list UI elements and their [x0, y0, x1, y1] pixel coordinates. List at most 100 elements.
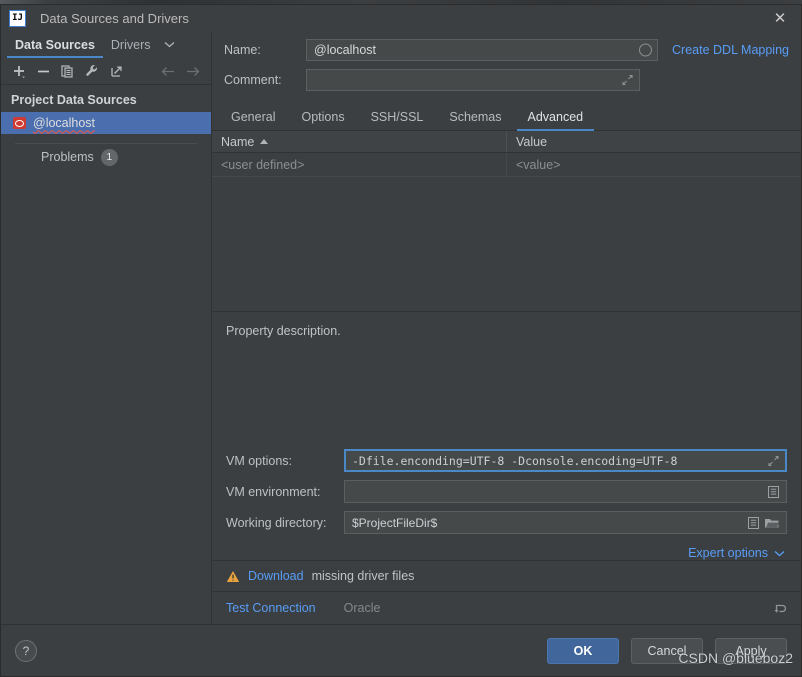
expand-glyph: [768, 455, 779, 466]
name-row: Name: @localhost Create DDL Mapping: [224, 39, 789, 61]
sidebar-item-localhost-label: @localhost: [33, 116, 96, 130]
circle-status-icon[interactable]: [639, 43, 653, 57]
vm-options-row: VM options: -Dfile.enconding=UTF-8 -Dcon…: [226, 449, 787, 472]
sidebar-empty-area: [1, 170, 211, 624]
left-panel: Data Sources Drivers Project Data Source…: [1, 31, 212, 624]
create-ddl-mapping-link[interactable]: Create DDL Mapping: [672, 43, 789, 57]
name-label: Name:: [224, 43, 261, 57]
circle-glyph: [639, 43, 653, 57]
add-icon[interactable]: [9, 61, 30, 81]
tab-data-sources-label: Data Sources: [15, 37, 95, 52]
vm-environment-row: VM environment:: [226, 480, 787, 503]
share-glyph: [110, 66, 122, 77]
column-header-name[interactable]: Name: [212, 131, 507, 152]
tab-ssh-ssl-label: SSH/SSL: [370, 109, 424, 124]
table-row[interactable]: <user defined> <value>: [212, 153, 801, 177]
warning-triangle-icon: [226, 570, 240, 583]
tab-ssh-ssl[interactable]: SSH/SSL: [358, 103, 437, 130]
warning-text: missing driver files: [311, 569, 415, 583]
window-title: Data Sources and Drivers: [40, 10, 189, 26]
download-driver-link[interactable]: Download: [248, 569, 304, 583]
list-glyph: [768, 485, 779, 498]
cancel-button[interactable]: Cancel: [631, 637, 703, 664]
reset-arrow-icon[interactable]: [773, 601, 789, 615]
tab-drivers[interactable]: Drivers: [103, 31, 159, 58]
expand-icon[interactable]: [767, 454, 780, 467]
vm-options-label: VM options:: [226, 453, 293, 468]
tab-advanced[interactable]: Advanced: [515, 103, 597, 131]
tab-schemas[interactable]: Schemas: [436, 103, 514, 130]
tab-data-sources[interactable]: Data Sources: [7, 31, 103, 58]
advanced-options-area: Property description. VM options: -Dfile…: [212, 312, 801, 560]
list-icon[interactable]: [767, 485, 780, 499]
help-button[interactable]: ?: [15, 639, 37, 662]
problems-label: Problems: [41, 150, 94, 164]
wrench-icon[interactable]: [81, 61, 102, 81]
table-cell-name[interactable]: <user defined>: [212, 153, 507, 176]
problems-count-badge: 1: [100, 148, 118, 166]
oracle-icon: [13, 117, 26, 129]
test-connection-bar: Test Connection Oracle: [212, 592, 801, 624]
working-directory-value: $ProjectFileDir$: [352, 515, 438, 530]
remove-glyph: [38, 70, 50, 72]
copy-icon[interactable]: [57, 61, 78, 81]
data-source-header-form: Name: @localhost Create DDL Mapping Comm…: [212, 31, 801, 103]
warning-triangle-glyph: [226, 570, 240, 582]
chevron-down-glyph: [164, 41, 175, 48]
comment-row: Comment:: [224, 69, 789, 91]
table-cell-value[interactable]: <value>: [507, 153, 801, 176]
sidebar-item-localhost[interactable]: @localhost: [1, 112, 211, 134]
expert-options-row: Expert options: [226, 542, 787, 560]
comment-input[interactable]: [306, 69, 640, 91]
remove-icon[interactable]: [33, 61, 54, 81]
title-bar: IJ Data Sources and Drivers ✕: [1, 5, 801, 31]
comment-label: Comment:: [224, 73, 282, 87]
vm-environment-label: VM environment:: [226, 484, 321, 499]
vm-options-input[interactable]: -Dfile.enconding=UTF-8 -Dconsole.encodin…: [344, 449, 787, 472]
reset-arrow-glyph: [774, 604, 787, 613]
apply-button[interactable]: Apply: [715, 637, 787, 664]
table-header-row: Name Value: [212, 131, 801, 153]
column-header-value-label: Value: [516, 134, 548, 149]
driver-warning-bar: Download missing driver files: [212, 560, 801, 592]
back-icon[interactable]: [158, 61, 179, 81]
list-icon[interactable]: [747, 516, 760, 530]
share-icon[interactable]: [106, 61, 127, 81]
sidebar-item-problems[interactable]: Problems 1: [1, 144, 211, 170]
dialog-body: Data Sources Drivers Project Data Source…: [1, 31, 801, 624]
left-panel-tabs: Data Sources Drivers: [1, 31, 211, 58]
forward-arrow-glyph: [186, 66, 200, 76]
expert-options-link[interactable]: Expert options: [688, 546, 785, 560]
property-description: Property description.: [226, 324, 341, 338]
copy-glyph: [61, 64, 73, 78]
sort-asc-icon: [260, 139, 269, 144]
tab-options[interactable]: Options: [288, 103, 357, 130]
logo-text: IJ: [12, 12, 23, 23]
properties-table: Name Value <user defined> <value>: [212, 131, 801, 312]
tab-general[interactable]: General: [218, 103, 288, 130]
close-icon[interactable]: ✕: [771, 9, 789, 27]
screenshot-root: IJ Data Sources and Drivers ✕ Data Sourc…: [0, 0, 802, 677]
tab-options-label: Options: [301, 109, 345, 124]
tab-advanced-label: Advanced: [527, 109, 584, 124]
name-input[interactable]: @localhost: [306, 39, 659, 61]
working-directory-input[interactable]: $ProjectFileDir$: [344, 511, 787, 534]
column-header-value[interactable]: Value: [507, 131, 801, 152]
settings-tabs: General Options SSH/SSL Schemas Advanced: [212, 103, 801, 131]
chevron-down-icon[interactable]: [159, 31, 181, 58]
list-glyph: [748, 516, 759, 529]
wrench-glyph: [86, 65, 98, 76]
chevron-down-icon: [774, 550, 785, 556]
driver-name-label: Oracle: [343, 601, 381, 615]
expand-icon[interactable]: [621, 74, 634, 87]
forward-icon[interactable]: [182, 61, 203, 81]
test-connection-link[interactable]: Test Connection: [226, 601, 316, 615]
vm-environment-input[interactable]: [344, 480, 787, 503]
ok-button[interactable]: OK: [547, 637, 619, 664]
folder-glyph: [765, 518, 779, 527]
folder-icon[interactable]: [764, 516, 780, 530]
add-glyph: [14, 65, 26, 78]
name-input-value: @localhost: [314, 43, 377, 57]
right-panel: Name: @localhost Create DDL Mapping Comm…: [212, 31, 801, 624]
column-header-name-label: Name: [221, 134, 255, 149]
